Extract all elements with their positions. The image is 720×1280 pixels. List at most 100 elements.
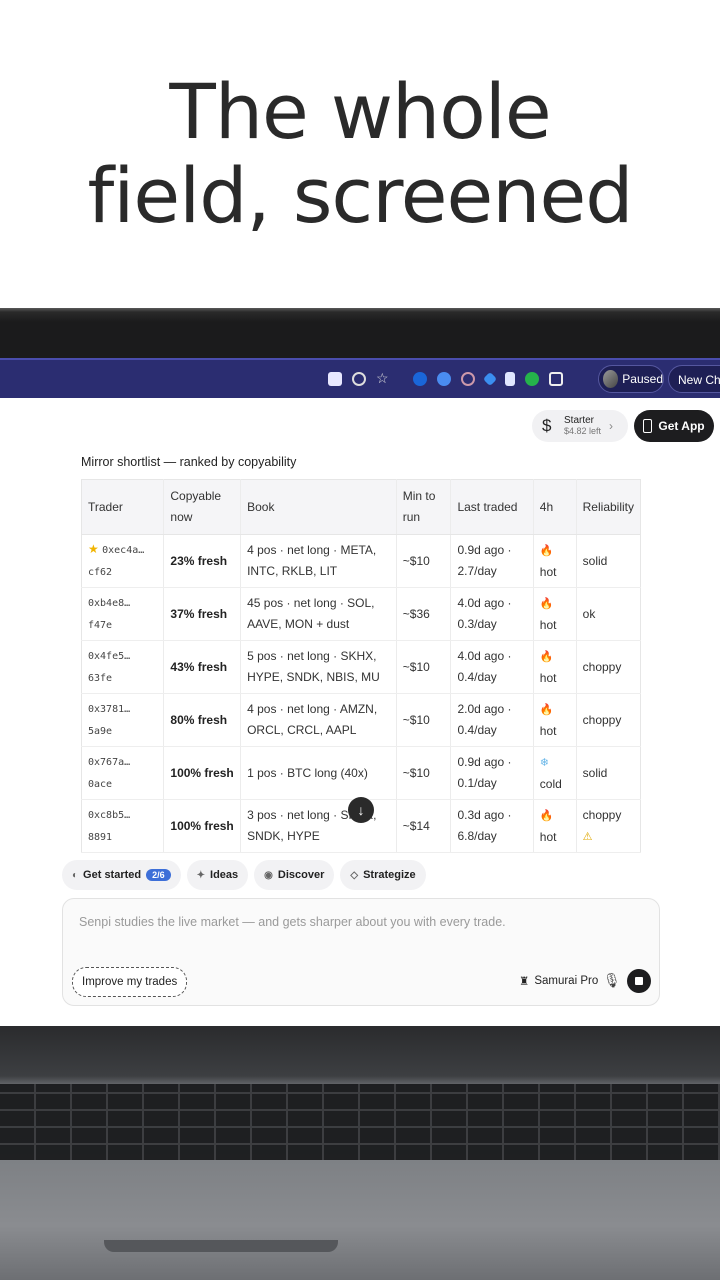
column-header: Book [240, 479, 397, 535]
snowflake-icon: ❄ [539, 756, 549, 769]
fire-icon: 🔥 [539, 809, 554, 822]
h4-label: hot [539, 829, 557, 844]
last-traded-line-1: 2.0d ago · [457, 702, 512, 716]
extension-icons: ☆ [328, 370, 563, 387]
reliability-label: choppy [582, 712, 622, 727]
chip-get-started[interactable]: ◐ Get started 2/6 [62, 860, 181, 890]
dollar-icon: $ [542, 416, 552, 435]
get-app-button[interactable]: Get App [634, 410, 714, 442]
plan-button[interactable]: $ Starter $4.82 left › [532, 410, 628, 442]
plan-title: Starter [564, 415, 595, 426]
copyable-cell: 100% fresh [163, 746, 242, 800]
table-row[interactable]: 0x767a… 0ace 100% fresh 1 pos · BTC long (4… [81, 746, 641, 800]
reliability-label: solid [582, 553, 608, 568]
book-line-2: SNDK, HYPE [247, 829, 320, 843]
min-cell: ~$10 [396, 693, 452, 747]
trader-address: 0xb4e8… [88, 598, 131, 609]
chip-label: Ideas [210, 869, 239, 881]
scroll-down-button[interactable]: ↓ [348, 797, 374, 823]
min-cell: ~$10 [396, 640, 452, 694]
tag-extension-icon[interactable] [482, 371, 497, 386]
last-traded-line-2: 6.8/day [457, 829, 497, 843]
password-extension-icon[interactable] [412, 371, 427, 386]
model-selector[interactable]: ♜ Samurai Pro [519, 974, 598, 988]
zoom-icon[interactable] [352, 371, 366, 386]
book-cell: 45 pos · net long · SOL, AAVE, MON + dust [240, 587, 397, 641]
table-row[interactable]: ★ 0xec4a… cf62 23% fresh 4 pos · net long ·… [81, 534, 641, 588]
table-row[interactable]: 0x4fe5… 63fe 43% fresh 5 pos · net long · S… [81, 640, 641, 694]
last-traded-cell: 0.9d ago · 0.1/day [450, 746, 534, 800]
book-line-1: 4 pos · net long · META, [247, 543, 377, 557]
min-cell: ~$36 [396, 587, 452, 641]
translate-icon[interactable] [328, 371, 342, 386]
table-row[interactable]: 0xb4e8… f47e 37% fresh 45 pos · net long · … [81, 587, 641, 641]
add-extension-icon[interactable] [524, 371, 539, 386]
chip-label: Get started [83, 869, 142, 881]
book-cell: 4 pos · net long · META, INTC, RKLB, LIT [240, 534, 397, 588]
chip-strategize[interactable]: ◇ Strategize [340, 860, 426, 890]
profile-status: Paused [622, 372, 663, 386]
profile-paused-button[interactable]: Paused [598, 365, 664, 393]
settings-extension-icon[interactable] [436, 371, 451, 386]
headline: The whole field, screened [0, 70, 720, 238]
microphone-icon[interactable]: 🎙 [603, 972, 621, 989]
book-cell: 4 pos · net long · AMZN, ORCL, CRCL, AAPL [240, 693, 397, 747]
chip-label: Discover [277, 869, 325, 881]
fire-icon: 🔥 [539, 703, 554, 716]
progress-badge: 2/6 [146, 869, 171, 881]
chip-discover[interactable]: ◉ Discover [254, 860, 335, 890]
last-traded-cell: 4.0d ago · 0.3/day [450, 587, 534, 641]
get-app-label: Get App [658, 419, 705, 433]
trader-cell[interactable]: 0x767a… 0ace [81, 746, 165, 800]
trader-address: 0x4fe5… [88, 651, 131, 662]
trader-cell[interactable]: 0xc8b5… 8891 [81, 799, 165, 853]
book-line-1: 5 pos · net long · SKHX, [247, 649, 377, 663]
h4-cell: 🔥 hot [533, 640, 577, 694]
last-traded-line-2: 0.1/day [457, 776, 497, 790]
table-header-row: Trader Copyable now Book Min to run Last… [81, 479, 641, 535]
document-extension-icon[interactable] [504, 371, 515, 386]
chip-label: Strategize [363, 869, 416, 881]
trader-address-suffix: 0ace [88, 779, 113, 790]
fire-icon: 🔥 [539, 597, 554, 610]
trader-address: 0x767a… [88, 757, 131, 768]
message-composer[interactable]: Senpi studies the live market — and gets… [62, 898, 660, 1006]
fire-icon: 🔥 [539, 650, 554, 663]
trader-cell[interactable]: 0x4fe5… 63fe [81, 640, 165, 694]
book-line-2: HYPE, SNDK, NBIS, MU [247, 670, 380, 684]
puzzle-extensions-icon[interactable] [548, 371, 563, 386]
trader-address-suffix: f47e [88, 620, 113, 631]
table-row[interactable]: 0x3781… 5a9e 80% fresh 4 pos · net long · A… [81, 693, 641, 747]
trader-cell[interactable]: 0xb4e8… f47e [81, 587, 165, 641]
book-line-2: ORCL, CRCL, AAPL [247, 723, 357, 737]
sparkle-icon: ✦ [196, 869, 206, 881]
min-cell: ~$10 [396, 746, 452, 800]
trader-cell[interactable]: 0x3781… 5a9e [81, 693, 165, 747]
alarm-extension-icon[interactable] [460, 371, 475, 386]
suggestion-chips: ◐ Get started 2/6 ✦ Ideas ◉ Discover ◇ S… [62, 860, 426, 890]
column-header: Copyable now [163, 479, 242, 535]
stop-button[interactable] [627, 969, 651, 993]
trader-address-suffix: 63fe [88, 673, 113, 684]
bookmark-star-icon[interactable]: ☆ [376, 370, 389, 387]
plan-balance: $4.82 left [564, 426, 602, 436]
column-header: Min to run [396, 479, 452, 535]
new-chrome-button[interactable]: New Chro [668, 365, 720, 393]
column-header: Last traded [450, 479, 534, 535]
column-header: Reliability [576, 479, 641, 535]
book-line-2: AAVE, MON + dust [247, 617, 350, 631]
h4-label: hot [539, 670, 557, 685]
h4-cell: ❄ cold [533, 746, 577, 800]
last-traded-line-1: 4.0d ago · [457, 596, 512, 610]
min-cell: ~$10 [396, 534, 452, 588]
trader-cell[interactable]: ★ 0xec4a… cf62 [81, 534, 165, 588]
chip-ideas[interactable]: ✦ Ideas [186, 860, 249, 890]
app-screen: $ Starter $4.82 left › Get App Mirror sh… [0, 398, 720, 1028]
h4-cell: 🔥 hot [533, 799, 577, 853]
h4-cell: 🔥 hot [533, 693, 577, 747]
improve-trades-button[interactable]: Improve my trades [72, 967, 188, 997]
arrow-down-icon: ↓ [357, 802, 365, 818]
last-traded-line-2: 0.3/day [457, 617, 497, 631]
reliability-cell: choppy [576, 693, 641, 747]
h4-cell: 🔥 hot [533, 534, 577, 588]
